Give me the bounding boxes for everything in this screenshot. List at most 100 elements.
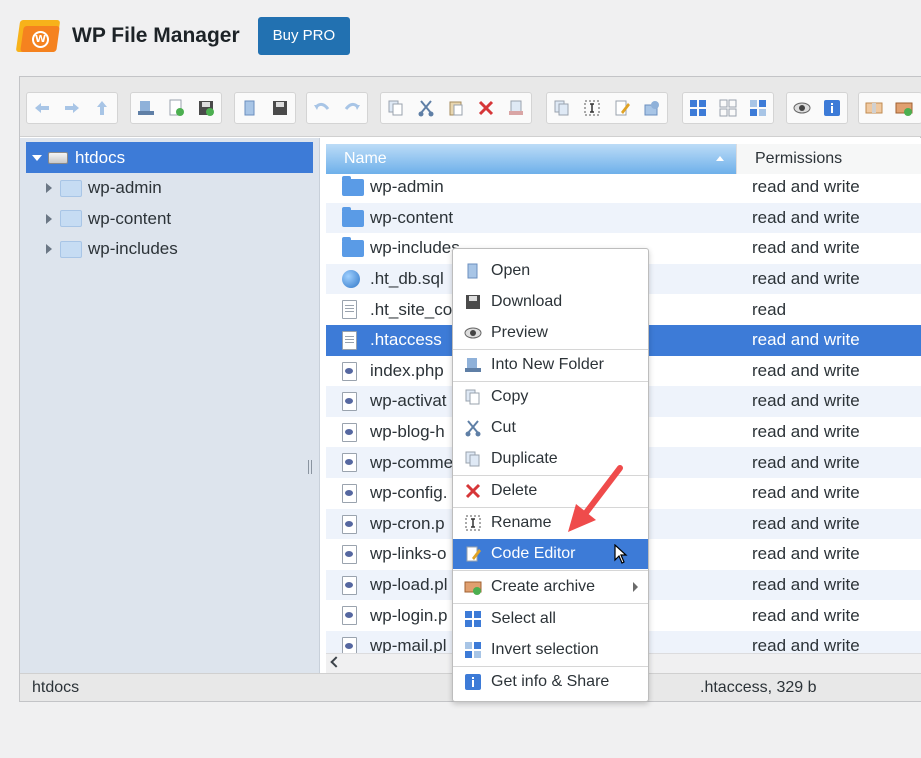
folder-icon [60, 210, 82, 227]
file-name: wp-includes [370, 238, 460, 258]
app-title: WP File Manager [72, 24, 240, 47]
folder-icon [342, 206, 364, 227]
file-permissions: read and write [752, 544, 860, 564]
menu-item-label: Open [491, 262, 531, 279]
php-file-icon [342, 606, 357, 626]
toolbar-group-history [306, 92, 368, 124]
duplicate-button[interactable] [547, 93, 577, 123]
extract-button[interactable] [859, 93, 889, 123]
back-button[interactable] [27, 93, 57, 123]
forward-button[interactable] [57, 93, 87, 123]
toolbar-group-archive [858, 92, 921, 124]
column-header-name[interactable]: Name [326, 144, 736, 174]
tree-item-wp-admin[interactable]: wp-admin [46, 174, 162, 202]
globe-file-icon [342, 269, 360, 288]
file-permissions: read and write [752, 605, 860, 625]
small-icons-view-button[interactable] [743, 93, 773, 123]
file-name: wp-blog-h [370, 422, 445, 442]
menu-item-preview[interactable]: Preview [453, 318, 648, 348]
wp-file-manager-logo: W [15, 18, 61, 54]
file-row[interactable]: wp-content read and write [326, 202, 921, 234]
menu-item-label: Into New Folder [491, 356, 604, 373]
cut-button[interactable] [411, 93, 441, 123]
scroll-left-icon[interactable] [330, 656, 342, 668]
menu-item-copy[interactable]: Copy [453, 382, 648, 412]
file-permissions: read and write [752, 207, 860, 227]
file-name: .htaccess [370, 330, 442, 350]
caret-right-icon[interactable] [46, 244, 52, 254]
paste-icon [449, 101, 463, 116]
caret-right-icon[interactable] [46, 213, 52, 224]
status-selection-info: .htaccess, 329 b [700, 679, 817, 696]
menu-item-invert-selection[interactable]: Invert selection [453, 635, 648, 665]
icons-view-button[interactable] [683, 93, 713, 123]
menu-item-download[interactable]: Download [453, 287, 648, 317]
menu-item-cut[interactable]: Cut [453, 413, 648, 443]
rename-button[interactable] [577, 93, 607, 123]
redo-button[interactable] [337, 93, 367, 123]
edit-button[interactable] [607, 93, 637, 123]
empty-button[interactable] [501, 93, 531, 123]
delete-icon [478, 100, 494, 116]
menu-item-label: Get info & Share [491, 673, 610, 690]
toolbar-group-clipboard [380, 92, 532, 124]
tree-item-wp-content[interactable]: wp-content [46, 205, 171, 233]
drive-icon [48, 151, 68, 164]
save-as-icon [273, 101, 287, 115]
network-drive-button[interactable] [131, 93, 161, 123]
buy-pro-button[interactable]: Buy PRO [257, 17, 351, 55]
php-file-icon [342, 514, 357, 534]
open-icon [244, 100, 255, 116]
menu-item-create-archive[interactable]: Create archive [453, 572, 648, 602]
new-file-button[interactable] [161, 93, 191, 123]
info-button[interactable] [817, 93, 847, 123]
copy-button[interactable] [381, 93, 411, 123]
save-button[interactable] [191, 93, 221, 123]
save-as-button[interactable] [265, 93, 295, 123]
caret-down-icon[interactable] [32, 154, 42, 161]
menu-item-select-all[interactable]: Select all [453, 604, 648, 634]
menu-item-open[interactable]: Open [453, 256, 648, 286]
new-folder-icon [465, 358, 481, 372]
file-name: wp-load.pl [370, 575, 448, 595]
file-permissions: read and write [752, 360, 860, 380]
tree-item-wp-includes[interactable]: wp-includes [46, 235, 178, 263]
toolbar-group-create [130, 92, 222, 124]
archive-button[interactable] [889, 93, 919, 123]
paste-button[interactable] [441, 93, 471, 123]
open-button[interactable] [235, 93, 265, 123]
forward-icon [65, 103, 79, 113]
file-permissions: read and write [752, 483, 860, 503]
preview-icon [793, 102, 811, 114]
menu-item-get-info-share[interactable]: Get info & Share [453, 667, 648, 697]
file-name: wp-comme [370, 452, 454, 472]
column-header-permissions[interactable]: Permissions [736, 144, 921, 174]
file-name: wp-admin [370, 177, 444, 197]
menu-item-label: Code Editor [491, 545, 576, 562]
panel-resize-handle[interactable] [308, 460, 312, 474]
folder-tree: htdocs wp-admin wp-content wp-includes [20, 138, 320, 673]
delete-button[interactable] [471, 93, 501, 123]
toolbar-group-view [682, 92, 774, 124]
preview-button[interactable] [787, 93, 817, 123]
list-view-button[interactable] [713, 93, 743, 123]
duplicate-icon [554, 100, 569, 116]
menu-item-into-new-folder[interactable]: Into New Folder [453, 350, 648, 380]
text-file-icon [342, 331, 357, 350]
menu-separator [453, 570, 648, 571]
file-permissions: read [752, 299, 787, 319]
column-permissions-label: Permissions [755, 150, 843, 167]
up-button[interactable] [87, 93, 117, 123]
file-name: wp-login.p [370, 605, 448, 625]
back-icon [35, 103, 49, 113]
undo-button[interactable] [307, 93, 337, 123]
tree-item-htdocs[interactable]: htdocs [26, 142, 313, 173]
menu-item-label: Invert selection [491, 641, 599, 658]
sort-ascending-icon [716, 156, 724, 161]
file-name: .ht_db.sql [370, 269, 444, 289]
caret-right-icon[interactable] [46, 183, 52, 193]
file-permissions: read and write [752, 330, 860, 350]
resize-button[interactable] [637, 93, 667, 123]
mouse-cursor-icon [614, 544, 628, 564]
file-row[interactable]: wp-admin read and write [326, 172, 921, 203]
